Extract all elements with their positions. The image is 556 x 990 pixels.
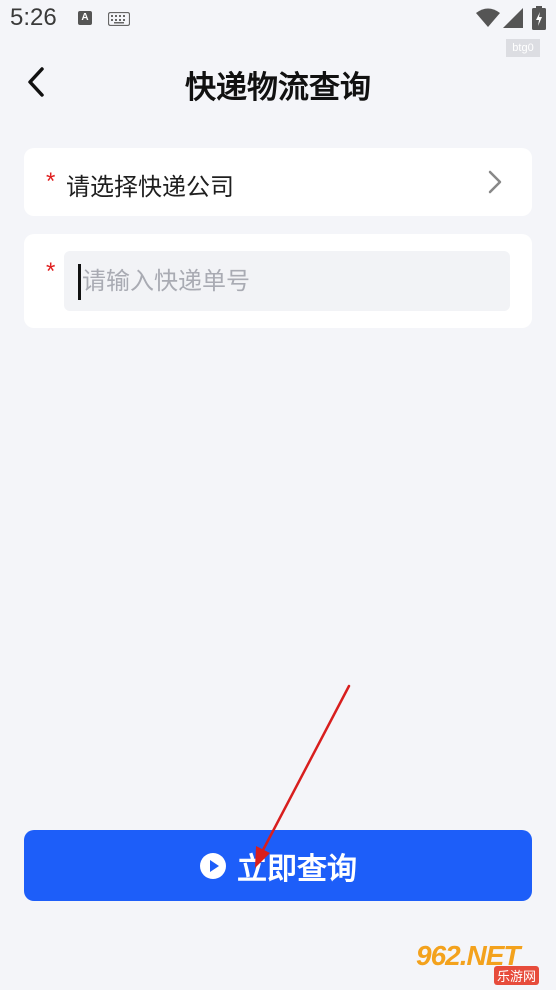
play-circle-icon xyxy=(200,852,226,879)
wifi-icon xyxy=(476,8,500,32)
query-button[interactable]: 立即查询 xyxy=(24,830,532,901)
status-bar: 5:26 A btg0 xyxy=(0,0,556,57)
page-title: 快递物流查询 xyxy=(185,70,371,106)
required-mark: * xyxy=(46,168,56,195)
company-selector-label: 请选择快递公司 xyxy=(66,173,234,201)
status-time: 5:26 xyxy=(10,4,57,31)
chevron-right-icon xyxy=(488,170,502,198)
tracking-number-card: * xyxy=(24,234,532,328)
query-button-label: 立即查询 xyxy=(237,851,357,887)
tracking-number-field[interactable] xyxy=(64,251,510,311)
required-mark: * xyxy=(46,258,56,285)
signal-icon xyxy=(503,8,523,32)
company-selector[interactable]: * 请选择快递公司 xyxy=(24,148,532,216)
app-header: 快递物流查询 xyxy=(0,52,556,112)
site-logo: 962.NET 乐游网 xyxy=(416,940,552,986)
site-logo-subtext: 乐游网 xyxy=(494,966,540,985)
tracking-number-input[interactable] xyxy=(82,251,502,311)
text-cursor xyxy=(78,264,81,300)
battery-icon xyxy=(532,6,546,34)
keyboard-icon xyxy=(107,11,131,30)
a-icon: A xyxy=(78,11,92,25)
